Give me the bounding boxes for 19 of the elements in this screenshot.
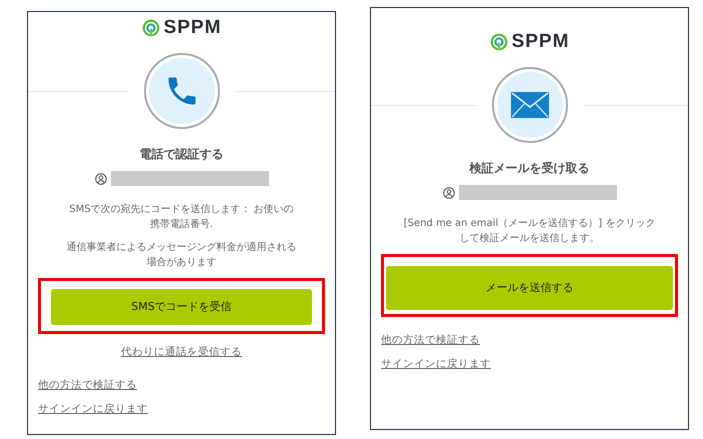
footer-link[interactable]: サインインに戻ります <box>38 402 148 418</box>
primary-button[interactable]: メールを送信する <box>386 266 673 310</box>
logo-icon <box>490 32 508 50</box>
footer-link[interactable]: 他の方法で検証する <box>381 333 480 349</box>
envelope-icon <box>510 91 550 119</box>
brand-name: SPPM <box>512 32 570 51</box>
footer-link[interactable]: サインインに戻ります <box>381 356 491 372</box>
alternate-link[interactable]: 代わりに通話を受信する <box>121 346 242 358</box>
info-text: [Send me an email（メールを送信する）] をクリックして検証メールを送信します。 <box>402 217 656 246</box>
info-text: 通信事業者によるメッセージング料金が適用される場合があります <box>66 240 296 270</box>
dialog-title: 検証メールを受け取る <box>468 160 590 177</box>
user-icon <box>94 172 106 184</box>
user-icon <box>442 186 454 198</box>
logo-icon <box>142 18 160 36</box>
dialog-title: 電話で認証する <box>138 146 224 163</box>
brand-name: SPPM <box>164 18 222 37</box>
footer-link[interactable]: 他の方法で検証する <box>38 378 137 394</box>
primary-button[interactable]: SMSでコードを受信 <box>51 289 312 325</box>
info-text: SMSで次の宛先にコードを送信します： お使いの携帯電話番号. <box>68 202 295 232</box>
